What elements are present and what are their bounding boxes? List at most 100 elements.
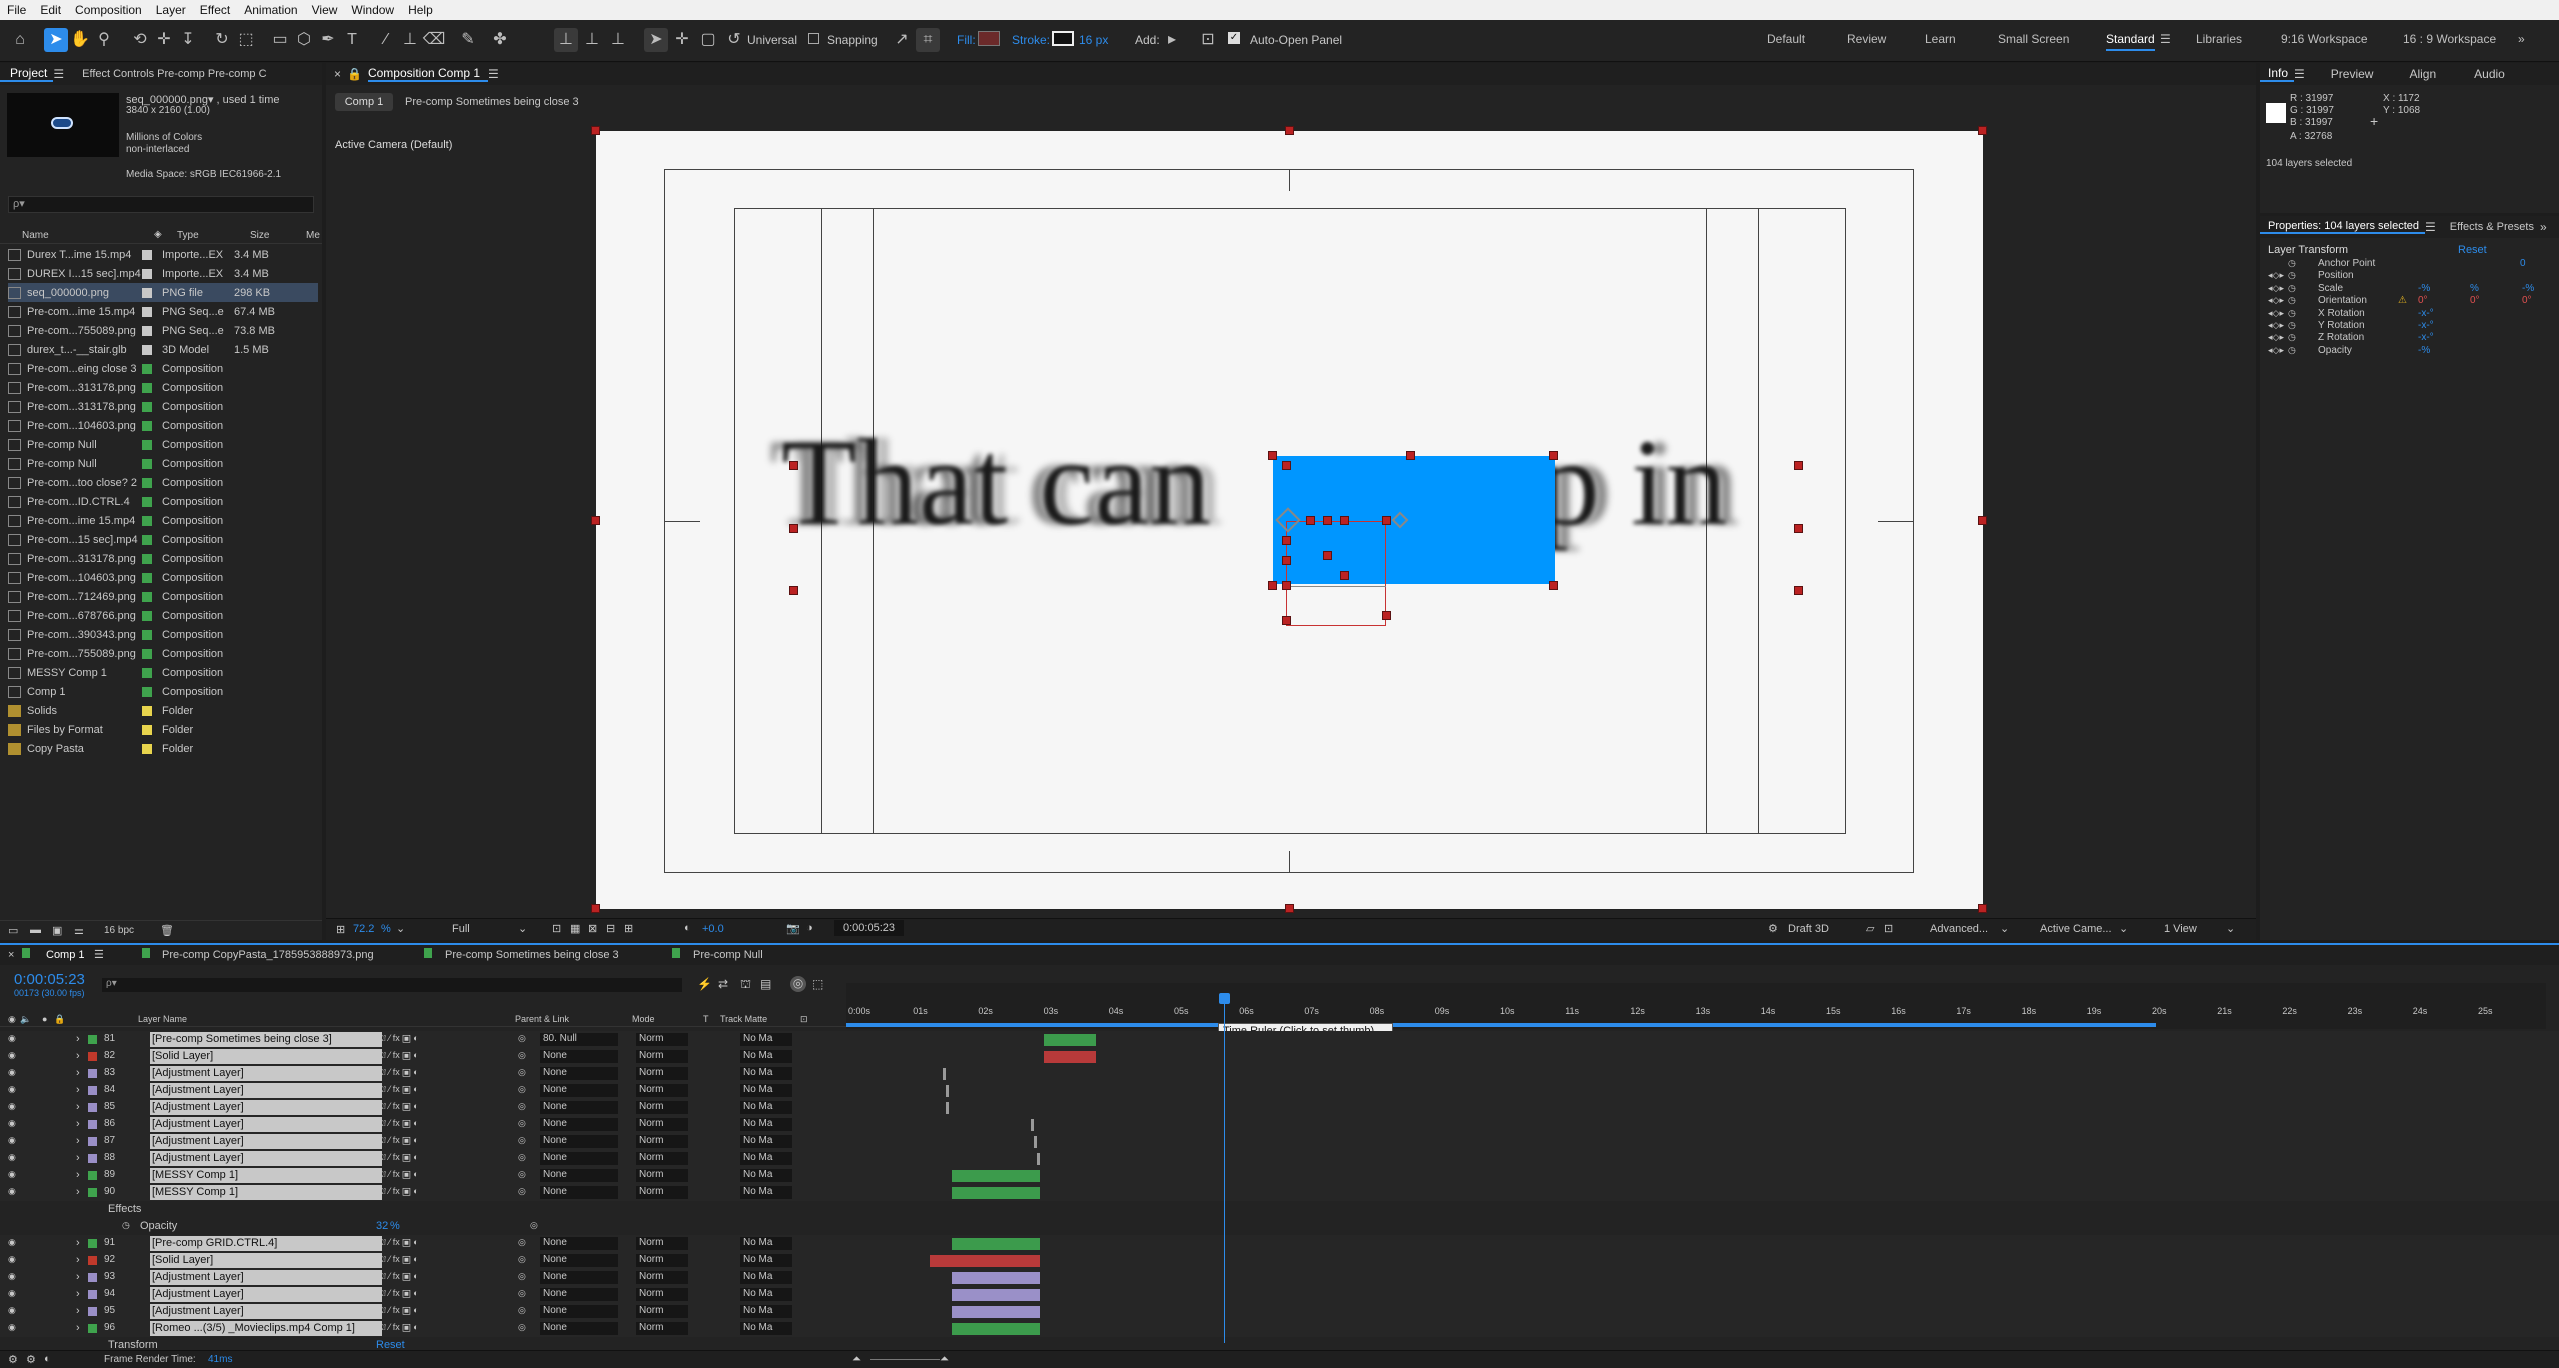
panel-menu-icon[interactable]: ☰ — [488, 67, 499, 81]
layer-name[interactable]: [Adjustment Layer] — [150, 1066, 382, 1081]
chevron-down-icon[interactable]: ⌄ — [2000, 922, 2009, 935]
stopwatch-icon[interactable]: ◷ — [2288, 332, 2296, 343]
layer-parent-select[interactable]: None — [540, 1084, 618, 1097]
project-item[interactable]: seq_000000.png PNG file 298 KB — [8, 283, 318, 302]
layer-label-color[interactable] — [88, 1069, 97, 1078]
pan-camera-icon[interactable]: ✛ — [152, 28, 176, 52]
label-swatch[interactable] — [142, 648, 152, 659]
layer-label-color[interactable] — [88, 1120, 97, 1129]
layer-switches[interactable]: ⛫ ⁄ fx ▣ ◐ — [378, 1169, 419, 1181]
canvas-text-left[interactable]: That can — [781, 421, 1211, 545]
label-swatch[interactable] — [142, 686, 152, 697]
zoom-tool-icon[interactable]: ⚲ — [92, 28, 116, 52]
layer-parent-select[interactable]: None — [540, 1067, 618, 1080]
layer-name[interactable]: [Adjustment Layer] — [150, 1083, 382, 1098]
rotation-value[interactable]: -x-° — [2418, 332, 2434, 343]
project-item[interactable]: Copy Pasta Folder — [8, 739, 318, 758]
snap-grid-icon[interactable]: ⌗ — [916, 28, 940, 52]
anchor-z-value[interactable]: 0 — [2520, 258, 2526, 269]
timeline-layer-row[interactable]: ◉ › 92 [Solid Layer] ⛫ ⁄ fx ▣ ◐ ◎ None Norm No M… — [0, 1252, 2559, 1269]
eye-icon[interactable]: ◉ — [8, 1254, 16, 1265]
layer-matte-select[interactable]: No Ma — [740, 1288, 792, 1301]
layer-matte-select[interactable]: No Ma — [740, 1237, 792, 1250]
expand-chevron-icon[interactable]: › — [76, 1169, 80, 1181]
label-swatch[interactable] — [142, 724, 152, 735]
layer-mode-select[interactable]: Norm — [636, 1118, 688, 1131]
layer-mode-select[interactable]: Norm — [636, 1135, 688, 1148]
layer-label-color[interactable] — [88, 1273, 97, 1282]
transform-handle[interactable] — [1406, 451, 1415, 460]
project-item[interactable]: Solids Folder — [8, 701, 318, 720]
label-swatch[interactable] — [142, 477, 152, 488]
project-item[interactable]: Files by Format Folder — [8, 720, 318, 739]
timeline-layer-row[interactable]: ◉ › 86 [Adjustment Layer] ⛫ ⁄ fx ▣ ◐ ◎ None Nor… — [0, 1116, 2559, 1133]
label-swatch[interactable] — [142, 401, 152, 412]
pickwhip-icon[interactable]: ◎ — [518, 1135, 526, 1146]
eye-icon[interactable]: ◉ — [8, 1067, 16, 1078]
canvas-corner-handle[interactable] — [1978, 904, 1987, 913]
col-media[interactable]: Me — [306, 230, 320, 241]
eye-icon[interactable]: ◉ — [8, 1084, 16, 1095]
label-col-icon[interactable]: ◈ — [154, 229, 162, 240]
effect-controls-tab[interactable]: Effect Controls Pre-comp Pre-comp C — [82, 68, 282, 80]
project-tab[interactable]: Project — [0, 66, 54, 82]
layer-mode-select[interactable]: Norm — [636, 1305, 688, 1318]
scale-3d-icon[interactable]: ▢ — [696, 28, 720, 52]
show-channel-icon[interactable]: ◑ — [806, 922, 813, 934]
layer-label-color[interactable] — [88, 1103, 97, 1112]
project-item[interactable]: MESSY Comp 1 Composition — [8, 663, 318, 682]
solo-col-icon[interactable]: ● — [42, 1014, 47, 1024]
layer-duration-bar[interactable] — [1033, 1136, 1038, 1148]
layer-name[interactable]: [Pre-comp Sometimes being close 3] — [150, 1032, 382, 1047]
label-swatch[interactable] — [142, 268, 152, 279]
layer-name[interactable]: [Adjustment Layer] — [150, 1100, 382, 1115]
timeline-layer-row[interactable]: ◉ › 95 [Adjustment Layer] ⛫ ⁄ fx ▣ ◐ ◎ None Nor… — [0, 1303, 2559, 1320]
pickwhip-icon[interactable]: ◎ — [518, 1101, 526, 1112]
layer-label-color[interactable] — [88, 1154, 97, 1163]
transfer-controls-icon[interactable]: ◐ — [44, 1353, 51, 1365]
panel-menu-icon[interactable]: ☰ — [94, 948, 104, 961]
transform-handle[interactable] — [1268, 581, 1277, 590]
transform-handle[interactable] — [1382, 516, 1391, 525]
timeline-layer-row[interactable]: ◉ › 87 [Adjustment Layer] ⛫ ⁄ fx ▣ ◐ ◎ None Nor… — [0, 1133, 2559, 1150]
zoom-value[interactable]: 72.2 — [353, 923, 374, 935]
pickwhip-icon[interactable]: ◎ — [518, 1169, 526, 1180]
always-preview-icon[interactable]: ⊞ — [336, 923, 345, 936]
panel-menu-icon[interactable]: ☰ — [2294, 67, 2331, 81]
active-camera-select[interactable]: Active Came... — [2040, 923, 2112, 935]
timeline-layer-row[interactable]: ◉ › 84 [Adjustment Layer] ⛫ ⁄ fx ▣ ◐ ◎ None Nor… — [0, 1082, 2559, 1099]
menu-help[interactable]: Help — [401, 3, 440, 17]
puppet-pin-icon[interactable]: ✤ — [488, 28, 512, 52]
transform-handle[interactable] — [1382, 611, 1391, 620]
hand-tool-icon[interactable]: ✋ — [68, 28, 92, 52]
playhead-handle[interactable] — [1219, 993, 1231, 1004]
expand-chevron-icon[interactable]: › — [76, 1118, 80, 1130]
canvas-corner-handle[interactable] — [1285, 126, 1294, 135]
region-of-interest-icon[interactable]: ⊡ — [552, 922, 561, 935]
timeline-search-input[interactable]: ρ▾ — [102, 978, 682, 992]
layer-name[interactable]: [Adjustment Layer] — [150, 1117, 382, 1132]
add-property-icon[interactable]: ▸ — [1160, 28, 1184, 52]
timeline-tab-copypasta[interactable]: Pre-comp CopyPasta_1785953888973.png — [162, 949, 374, 961]
canvas-corner-handle[interactable] — [591, 516, 600, 525]
rectangle-tool-icon[interactable]: ▭ — [268, 28, 292, 52]
view-axis-icon[interactable]: ⊥ — [606, 28, 630, 52]
layer-parent-select[interactable]: None — [540, 1305, 618, 1318]
layer-duration-bar[interactable] — [942, 1068, 946, 1080]
transform-handle[interactable] — [1340, 571, 1349, 580]
opacity-value[interactable]: 32 — [376, 1220, 388, 1232]
layer-mode-select[interactable]: Norm — [636, 1084, 688, 1097]
project-item[interactable]: Pre-com...ime 15.mp4 Composition — [8, 511, 318, 530]
matte-col-icon[interactable]: ⊡ — [800, 1014, 808, 1025]
transform-handle[interactable] — [1794, 461, 1803, 470]
layer-duration-bar[interactable] — [952, 1289, 1041, 1301]
expand-chevron-icon[interactable]: › — [76, 1084, 80, 1096]
transform-handle[interactable] — [789, 461, 798, 470]
eye-icon[interactable]: ◉ — [8, 1186, 16, 1197]
layer-mode-select[interactable]: Norm — [636, 1101, 688, 1114]
label-swatch[interactable] — [142, 249, 152, 260]
cube-tool-icon[interactable]: ⬡ — [292, 28, 316, 52]
canvas-corner-handle[interactable] — [591, 904, 600, 913]
project-item[interactable]: Pre-com...313178.png Composition — [8, 397, 318, 416]
renderer-icon[interactable]: ⚙ — [1768, 922, 1778, 935]
